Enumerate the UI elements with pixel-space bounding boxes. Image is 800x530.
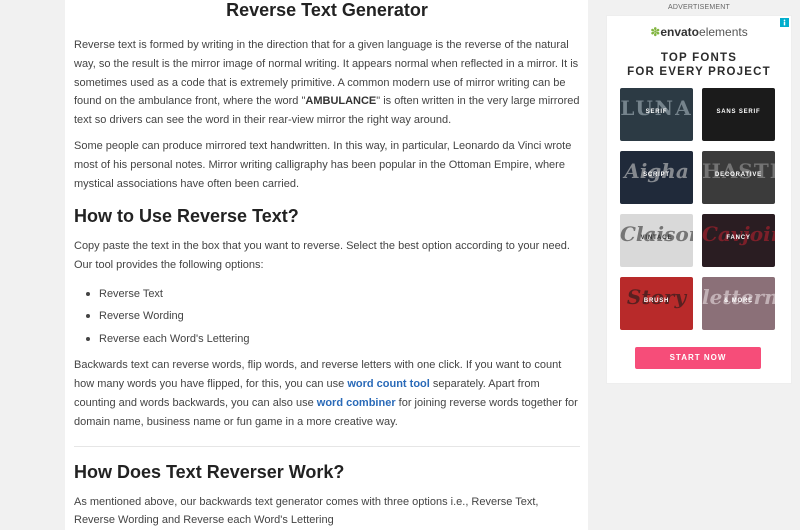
envato-logo: ✽envatoelements	[650, 25, 748, 39]
bullet-icon	[86, 291, 90, 296]
font-tile-serif[interactable]: LUNA SERIF	[620, 88, 693, 141]
how-works-heading: How Does Text Reverser Work?	[74, 461, 345, 482]
bullet-icon	[86, 314, 90, 319]
intro-paragraph-1: Reverse text is formed by writing in the…	[74, 39, 580, 127]
intro-paragraph-2: Some people can produce mirrored text ha…	[74, 139, 572, 190]
leaf-icon: ✽	[650, 25, 661, 39]
section-divider	[74, 445, 580, 447]
list-item: Reverse Text	[86, 283, 580, 306]
article-content: Reverse Text Generator Reverse text is f…	[65, 0, 588, 530]
options-list: Reverse Text Reverse Wording Reverse eac…	[86, 283, 580, 351]
font-tile-sans-serif[interactable]: SANS SERIF	[702, 88, 775, 141]
list-item: Reverse Wording	[86, 305, 580, 328]
start-now-button[interactable]: START NOW	[635, 347, 761, 369]
ad-label: ADVERTISEMENT	[668, 4, 730, 11]
backwards-paragraph: Backwards text can reverse words, flip w…	[74, 359, 578, 428]
font-tile-decorative[interactable]: HASTE DECORATIVE	[702, 151, 775, 204]
bullet-icon	[86, 336, 90, 341]
font-tile-vintage[interactable]: Claison VINTAGE	[620, 214, 693, 267]
font-tile-more[interactable]: lettern & MORE	[702, 277, 775, 330]
word-combiner-link[interactable]: word combiner	[317, 397, 396, 409]
how-to-paragraph: Copy paste the text in the box that you …	[74, 240, 570, 272]
font-tile-brush[interactable]: Story BRUSH	[620, 277, 693, 330]
list-item: Reverse each Word's Lettering	[86, 328, 580, 351]
font-tile-fancy[interactable]: Cavjoint FANCY	[702, 214, 775, 267]
how-to-heading: How to Use Reverse Text?	[74, 206, 299, 227]
word-count-tool-link[interactable]: word count tool	[347, 378, 429, 390]
advertisement-banner[interactable]: ✽envatoelements TOP FONTS FOR EVERY PROJ…	[606, 15, 792, 384]
page-title: Reverse Text Generator	[226, 0, 428, 20]
how-works-paragraph: As mentioned above, our backwards text g…	[74, 495, 539, 527]
font-tile-script[interactable]: Aigha SCRIPT	[620, 151, 693, 204]
ad-headline: TOP FONTS FOR EVERY PROJECT	[627, 52, 771, 78]
